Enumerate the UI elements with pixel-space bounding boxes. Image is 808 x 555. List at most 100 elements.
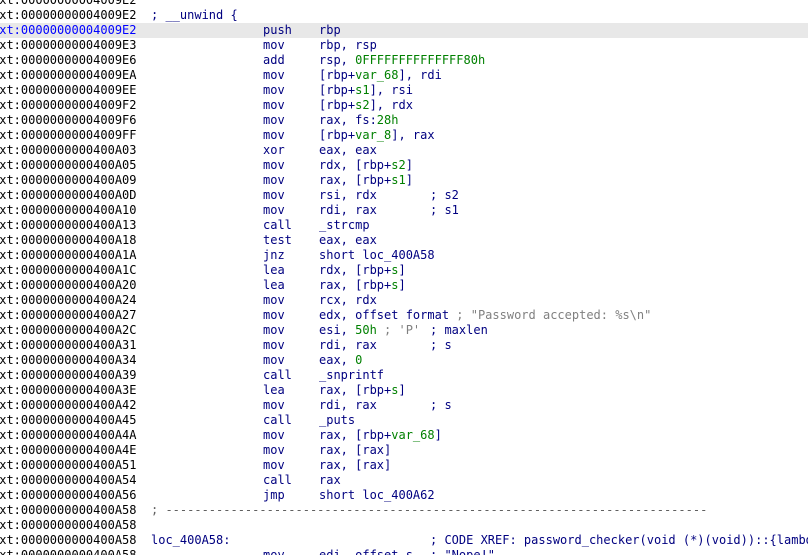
instruction-operands[interactable]: esi, 50h ; 'P' [319, 323, 420, 338]
listing-line[interactable]: ext:0000000000400A0D mov rsi, rdx ; s2 [0, 188, 808, 203]
code-label[interactable]: loc_400A58: [151, 533, 230, 548]
listing-line[interactable]: ext:0000000000400A20 lea rax, [rbp+s] [0, 278, 808, 293]
instruction-mnemonic[interactable]: mov [263, 293, 285, 308]
listing-line[interactable]: ext:0000000000400A1C lea rdx, [rbp+s] [0, 263, 808, 278]
listing-line[interactable]: ext:0000000000400A56 jmp short loc_400A62 [0, 488, 808, 503]
listing-line[interactable]: ext:0000000000400A39 call _snprintf [0, 368, 808, 383]
listing-line[interactable]: ext:00000000004009E3 mov rbp, rsp [0, 38, 808, 53]
listing-line[interactable]: ext:0000000000400A58 ; ------------------… [0, 503, 808, 518]
listing-line[interactable]: ext:0000000000400A24 mov rcx, rdx [0, 293, 808, 308]
instruction-mnemonic[interactable]: mov [263, 68, 285, 83]
instruction-mnemonic[interactable]: jnz [263, 248, 285, 263]
instruction-operands[interactable]: rbp, rsp [319, 38, 377, 53]
listing-line[interactable]: ext:0000000000400A18 test eax, eax [0, 233, 808, 248]
listing-line[interactable]: ext:0000000000400A58 loc_400A58: ; CODE XR… [0, 533, 808, 548]
instruction-operands[interactable]: rax, fs:28h [319, 113, 398, 128]
instruction-operands[interactable]: rax, [rbp+var_68] [319, 428, 442, 443]
instruction-mnemonic[interactable]: mov [263, 188, 285, 203]
instruction-mnemonic[interactable]: call [263, 368, 292, 383]
listing-line[interactable]: ext:00000000004009E2 ; __unwind { [0, 8, 808, 23]
instruction-mnemonic[interactable]: mov [263, 353, 285, 368]
instruction-operands[interactable]: rdi, rax [319, 398, 377, 413]
instruction-mnemonic[interactable]: mov [263, 443, 285, 458]
instruction-mnemonic[interactable]: mov [263, 323, 285, 338]
instruction-operands[interactable]: rdx, [rbp+s] [319, 263, 406, 278]
listing-line[interactable]: ext:00000000004009F6 mov rax, fs:28h [0, 113, 808, 128]
instruction-operands[interactable]: [rbp+var_68], rdi [319, 68, 442, 83]
instruction-mnemonic[interactable]: test [263, 233, 292, 248]
instruction-mnemonic[interactable]: xor [263, 143, 285, 158]
instruction-operands[interactable]: _strcmp [319, 218, 370, 233]
listing-line[interactable]: ext:0000000000400A34 mov eax, 0 [0, 353, 808, 368]
instruction-operands[interactable]: short loc_400A62 [319, 488, 435, 503]
instruction-operands[interactable]: eax, eax [319, 233, 377, 248]
disassembly-listing[interactable]: ext:00000000004009E2 ext:00000000004009E2… [0, 0, 808, 555]
instruction-operands[interactable]: rax [319, 473, 341, 488]
instruction-operands[interactable]: rcx, rdx [319, 293, 377, 308]
listing-line[interactable]: ext:0000000000400A51 mov rax, [rax] [0, 458, 808, 473]
instruction-operands[interactable]: rsi, rdx [319, 188, 377, 203]
instruction-mnemonic[interactable]: push [263, 23, 292, 38]
listing-line[interactable]: ext:0000000000400A27 mov edx, offset forma… [0, 308, 808, 323]
instruction-operands[interactable]: rax, [rax] [319, 443, 391, 458]
instruction-operands[interactable]: rbp [319, 23, 341, 38]
instruction-mnemonic[interactable]: mov [263, 203, 285, 218]
instruction-operands[interactable]: rax, [rax] [319, 458, 391, 473]
instruction-operands[interactable]: edx, offset format ; "Password accepted:… [319, 308, 651, 323]
instruction-mnemonic[interactable]: mov [263, 38, 285, 53]
instruction-operands[interactable]: _snprintf [319, 368, 384, 383]
instruction-mnemonic[interactable]: mov [263, 128, 285, 143]
instruction-operands[interactable]: short loc_400A58 [319, 248, 435, 263]
listing-line[interactable]: ext:0000000000400A54 call rax [0, 473, 808, 488]
instruction-operands[interactable]: _puts [319, 413, 355, 428]
instruction-operands[interactable]: edi, offset s [319, 548, 413, 555]
listing-line[interactable]: ext:00000000004009E2 push rbp [0, 23, 808, 38]
instruction-operands[interactable]: rax, [rbp+s] [319, 278, 406, 293]
code-label[interactable]: ; __unwind { [151, 8, 238, 23]
instruction-operands[interactable]: eax, eax [319, 143, 377, 158]
instruction-operands[interactable]: [rbp+s2], rdx [319, 98, 413, 113]
listing-line[interactable]: ext:0000000000400A58 mov edi, offset s ; "N… [0, 548, 808, 555]
listing-line[interactable]: ext:0000000000400A45 call _puts [0, 413, 808, 428]
instruction-mnemonic[interactable]: lea [263, 383, 285, 398]
instruction-mnemonic[interactable]: mov [263, 173, 285, 188]
instruction-operands[interactable]: rsp, 0FFFFFFFFFFFFFF80h [319, 53, 485, 68]
instruction-mnemonic[interactable]: mov [263, 338, 285, 353]
listing-line[interactable]: ext:0000000000400A03 xor eax, eax [0, 143, 808, 158]
listing-line[interactable]: ext:0000000000400A3E lea rax, [rbp+s] [0, 383, 808, 398]
instruction-mnemonic[interactable]: jmp [263, 488, 285, 503]
instruction-mnemonic[interactable]: mov [263, 308, 285, 323]
instruction-mnemonic[interactable]: mov [263, 98, 285, 113]
instruction-operands[interactable]: [rbp+s1], rsi [319, 83, 413, 98]
listing-line[interactable]: ext:00000000004009F2 mov [rbp+s2], rdx [0, 98, 808, 113]
listing-line[interactable]: ext:00000000004009E2 [0, 0, 808, 8]
instruction-operands[interactable]: rdi, rax [319, 203, 377, 218]
instruction-operands[interactable]: rax, [rbp+s1] [319, 173, 413, 188]
instruction-mnemonic[interactable]: mov [263, 158, 285, 173]
listing-line[interactable]: ext:0000000000400A4E mov rax, [rax] [0, 443, 808, 458]
instruction-operands[interactable]: rdx, [rbp+s2] [319, 158, 413, 173]
listing-line[interactable]: ext:0000000000400A4A mov rax, [rbp+var_68] [0, 428, 808, 443]
instruction-operands[interactable]: eax, 0 [319, 353, 362, 368]
instruction-mnemonic[interactable]: mov [263, 458, 285, 473]
instruction-mnemonic[interactable]: lea [263, 278, 285, 293]
instruction-mnemonic[interactable]: call [263, 218, 292, 233]
listing-line[interactable]: ext:00000000004009FF mov [rbp+var_8], rax [0, 128, 808, 143]
instruction-mnemonic[interactable]: mov [263, 428, 285, 443]
listing-line[interactable]: ext:0000000000400A05 mov rdx, [rbp+s2] [0, 158, 808, 173]
listing-line[interactable]: ext:0000000000400A09 mov rax, [rbp+s1] [0, 173, 808, 188]
instruction-mnemonic[interactable]: call [263, 473, 292, 488]
instruction-mnemonic[interactable]: lea [263, 263, 285, 278]
listing-line[interactable]: ext:0000000000400A42 mov rdi, rax ; s [0, 398, 808, 413]
listing-line[interactable]: ext:0000000000400A10 mov rdi, rax ; s1 [0, 203, 808, 218]
listing-line[interactable]: ext:0000000000400A13 call _strcmp [0, 218, 808, 233]
instruction-mnemonic[interactable]: mov [263, 113, 285, 128]
listing-line[interactable]: ext:00000000004009E6 add rsp, 0FFFFFFFFFFF… [0, 53, 808, 68]
instruction-operands[interactable]: rax, [rbp+s] [319, 383, 406, 398]
listing-line[interactable]: ext:0000000000400A58 [0, 518, 808, 533]
instruction-mnemonic[interactable]: mov [263, 83, 285, 98]
instruction-mnemonic[interactable]: call [263, 413, 292, 428]
instruction-operands[interactable]: rdi, rax [319, 338, 377, 353]
listing-line[interactable]: ext:0000000000400A31 mov rdi, rax ; s [0, 338, 808, 353]
instruction-mnemonic[interactable]: mov [263, 548, 285, 555]
